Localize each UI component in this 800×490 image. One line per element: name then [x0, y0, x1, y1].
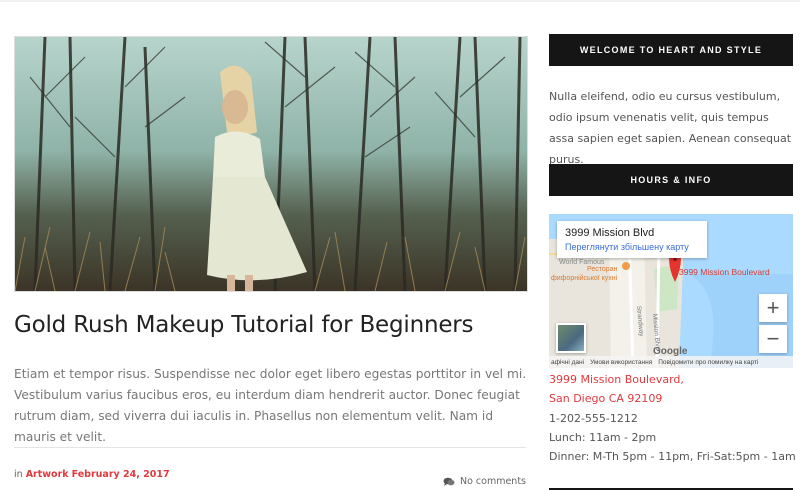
comments-label: No comments [459, 476, 526, 487]
satellite-toggle[interactable] [556, 323, 586, 353]
address-line-1[interactable]: 3999 Mission Boulevard, [549, 373, 684, 386]
view-larger-map-link[interactable]: Переглянути збільшену карту [565, 242, 707, 252]
featured-image[interactable] [14, 36, 528, 292]
comments-icon [443, 477, 455, 486]
map-embed[interactable]: World Famous Ресторан фифорнійської кухн… [549, 214, 793, 368]
zoom-in-button[interactable]: + [759, 294, 787, 322]
zoom-out-button[interactable]: − [759, 325, 787, 353]
hours-widget-heading: HOURS & INFO [549, 164, 793, 196]
welcome-widget-heading: WELCOME TO HEART AND STYLE [549, 34, 793, 66]
top-divider [0, 0, 800, 2]
featured-image-art [15, 37, 527, 291]
map-marker-label: 3999 Mission Boulevard [679, 267, 770, 277]
map-label-cuisine: фифорнійської кухні [551, 274, 618, 282]
map-card-address: 3999 Mission Blvd [565, 227, 655, 239]
dinner-hours: Dinner: M-Th 5pm - 11pm, Fri-Sat:5pm - 1… [549, 450, 796, 463]
map-label-world-famous: World Famous [559, 259, 605, 266]
map-data-text: афічні дані [551, 358, 585, 366]
address-line-2[interactable]: San Diego CA 92109 [549, 392, 662, 405]
meta-prefix: in [14, 469, 23, 480]
welcome-text: Nulla eleifend, odio eu cursus vestibulu… [549, 90, 792, 166]
post-divider [14, 447, 526, 448]
report-error-link[interactable]: Повідомити про помилку на карті [658, 359, 758, 366]
map-label-restaurant: Ресторан [587, 266, 618, 273]
map-info-card: 3999 Mission Blvd Переглянути збільшену … [557, 221, 707, 258]
map-footer: афічні дані Умови використання Повідомит… [549, 356, 793, 368]
comments-link[interactable]: No comments [443, 476, 526, 487]
lunch-hours: Lunch: 11am - 2pm [549, 431, 657, 444]
category-link[interactable]: Artwork [26, 469, 69, 480]
terms-link[interactable]: Умови використання [590, 359, 652, 366]
post-title[interactable]: Gold Rush Makeup Tutorial for Beginners [14, 312, 474, 338]
post-meta: in Artwork February 24, 2017 [14, 469, 170, 480]
post-date[interactable]: February 24, 2017 [72, 469, 170, 480]
post-excerpt: Etiam et tempor risus. Suspendisse nec d… [14, 367, 527, 444]
phone-number: 1-202-555-1212 [549, 412, 638, 425]
